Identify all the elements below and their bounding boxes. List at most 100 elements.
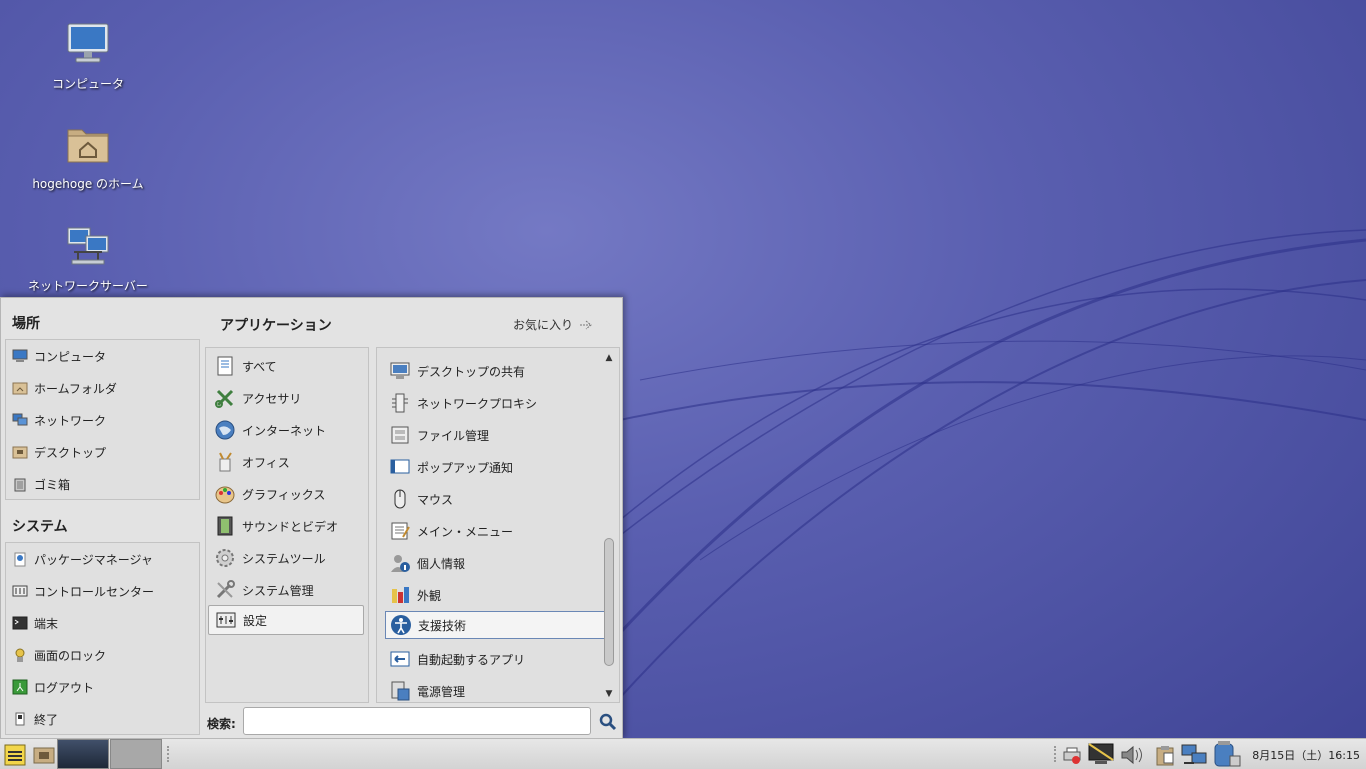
scroll-down-icon[interactable]: ▼ [603,688,615,700]
home-folder-icon [67,129,109,163]
favorites-label: お気に入り [513,318,574,332]
accessibility-icon [391,615,411,635]
category-label: サウンドとビデオ [242,519,339,534]
app-label: 個人情報 [417,556,466,571]
taskbar: 8月15日（土）16:15 [0,738,1366,769]
lock-screen-icon [15,648,25,662]
battery-icon[interactable] [1212,740,1242,768]
startup-apps-icon [390,651,410,667]
main-menu: 場所 コンピュータ ホームフォルダ ネットワーク デスクトップ ゴミ箱 システム… [0,297,623,740]
app-network-proxy[interactable]: ネットワークプロキシ [385,389,601,417]
place-network[interactable]: ネットワーク [12,406,106,434]
search-input[interactable] [243,707,591,735]
category-label: オフィス [242,455,290,470]
app-startup-applications[interactable]: 自動起動するアプリ [385,645,601,673]
appearance-icon [392,587,409,603]
graphics-icon [215,486,235,504]
category-label: システムツール [242,551,326,566]
app-file-management[interactable]: ファイル管理 [385,421,601,449]
desktop-icon-label: ネットワークサーバー [28,279,148,293]
app-label: マウス [417,492,454,507]
trash-icon [14,478,26,492]
system-logout[interactable]: ログアウト [12,673,94,701]
app-popup-notifications[interactable]: ポップアップ通知 [385,453,601,481]
shutdown-icon [15,712,25,726]
accessories-icon [215,389,234,408]
scroll-thumb[interactable] [604,538,614,666]
panel-handle[interactable] [167,746,172,762]
computer-icon [67,23,109,63]
settings-icon [216,612,236,628]
workspace-2[interactable] [110,739,162,769]
desktop-icon-home[interactable]: hogehoge のホーム [18,120,158,192]
desktop-icon-computer[interactable]: コンピュータ [18,20,158,92]
category-accessories[interactable]: アクセサリ [208,383,364,413]
package-icon [14,552,26,567]
mouse-icon [394,489,406,509]
category-administration[interactable]: システム管理 [208,575,364,605]
app-desktop-sharing[interactable]: デスクトップの共有 [385,357,601,385]
app-label: メイン・メニュー [417,524,514,539]
app-label: 自動起動するアプリ [417,652,526,667]
apps-scrollbar[interactable]: ▲ ▼ [603,352,615,700]
system-terminal[interactable]: 端末 [12,609,58,637]
category-office[interactable]: オフィス [208,447,364,477]
category-system-tools[interactable]: システムツール [208,543,364,573]
app-label: ネットワークプロキシ [417,396,538,411]
desktop-icon-label: コンピュータ [51,77,124,91]
app-label: 外観 [417,588,442,603]
clock[interactable]: 8月15日（土）16:15 [1252,747,1360,763]
category-sound-video[interactable]: サウンドとビデオ [208,511,364,541]
search-icon[interactable] [599,713,617,731]
place-label: ゴミ箱 [34,477,71,492]
system-lock-screen[interactable]: 画面のロック [12,641,106,669]
system-shutdown[interactable]: 終了 [12,705,58,733]
app-personal-info[interactable]: 個人情報 [385,549,601,577]
places-title: 場所 [12,316,40,332]
arrow-right-icon [580,320,592,329]
printer-icon[interactable] [1062,745,1082,765]
category-internet[interactable]: インターネット [208,415,364,445]
places-panel: コンピュータ ホームフォルダ ネットワーク デスクトップ ゴミ箱 [5,339,200,500]
place-desktop[interactable]: デスクトップ [12,438,106,466]
category-settings[interactable]: 設定 [208,605,364,635]
scroll-up-icon[interactable]: ▲ [603,352,615,364]
all-apps-icon [217,356,233,376]
app-label: ファイル管理 [417,428,490,443]
display-icon[interactable] [1087,742,1115,766]
show-desktop-icon[interactable] [33,744,55,766]
workspace-1[interactable] [57,739,109,769]
category-label: アクセサリ [242,391,302,406]
favorites-button[interactable]: お気に入り [513,316,595,333]
system-control-center[interactable]: コントロールセンター [12,577,154,605]
app-main-menu[interactable]: メイン・メニュー [385,517,601,545]
category-label: グラフィックス [242,487,326,502]
panel-handle[interactable] [1054,746,1059,762]
place-trash[interactable]: ゴミ箱 [12,470,70,498]
network-icon [12,413,28,426]
app-label: デスクトップの共有 [417,364,526,379]
place-computer[interactable]: コンピュータ [12,342,106,370]
notification-icon [390,459,410,474]
system-title: システム [12,519,68,535]
volume-icon[interactable] [1119,744,1147,766]
app-appearance[interactable]: 外観 [385,581,601,609]
search-label: 検索: [207,717,236,731]
app-accessibility[interactable]: 支援技術 [385,611,605,639]
app-power-management[interactable]: 電源管理 [385,677,601,705]
control-center-icon [12,585,28,597]
home-folder-icon [12,382,28,395]
desktop-icon-label: hogehoge のホーム [32,177,144,191]
network-server-icon [67,227,109,265]
place-home-folder[interactable]: ホームフォルダ [12,374,117,402]
main-menu-button-icon[interactable] [4,744,26,766]
app-mouse[interactable]: マウス [385,485,601,513]
desktop-icon-network[interactable]: ネットワークサーバー [18,222,158,294]
category-graphics[interactable]: グラフィックス [208,479,364,509]
network-status-icon[interactable] [1180,743,1208,767]
network-proxy-icon [392,393,408,413]
category-all[interactable]: すべて [208,351,364,381]
clipboard-icon[interactable] [1154,744,1176,766]
app-label: 支援技術 [418,618,467,633]
system-package-manager[interactable]: パッケージマネージャ [12,545,153,573]
